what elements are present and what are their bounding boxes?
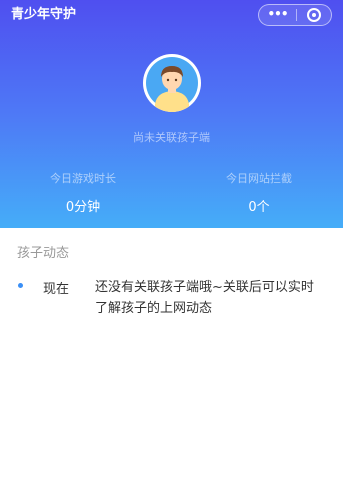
header-banner: 青少年守护 ••• 尚未关联孩子端 今日游戏时长 0分钟 今日网站拦截 0个 (0, 0, 343, 228)
activity-time: 现在 (43, 282, 70, 297)
game-time-label: 今日游戏时长 (50, 172, 116, 185)
capsule-divider (296, 9, 297, 21)
bullet-dot-icon (18, 283, 23, 288)
more-dots-icon[interactable]: ••• (259, 5, 296, 25)
page-title: 青少年守护 (11, 7, 77, 22)
site-block-value: 0个 (248, 200, 270, 215)
mini-program-capsule: ••• (258, 4, 332, 26)
activity-message: 还没有关联孩子端哦~关联后可以实时了解孩子的上网动态 (95, 280, 314, 316)
game-time-value: 0分钟 (65, 200, 101, 215)
link-status-text: 尚未关联孩子端 (133, 131, 210, 144)
target-close-icon[interactable] (307, 8, 321, 22)
activity-section-title: 孩子动态 (17, 246, 70, 261)
child-avatar-icon[interactable] (143, 54, 201, 112)
site-block-label: 今日网站拦截 (226, 172, 292, 185)
